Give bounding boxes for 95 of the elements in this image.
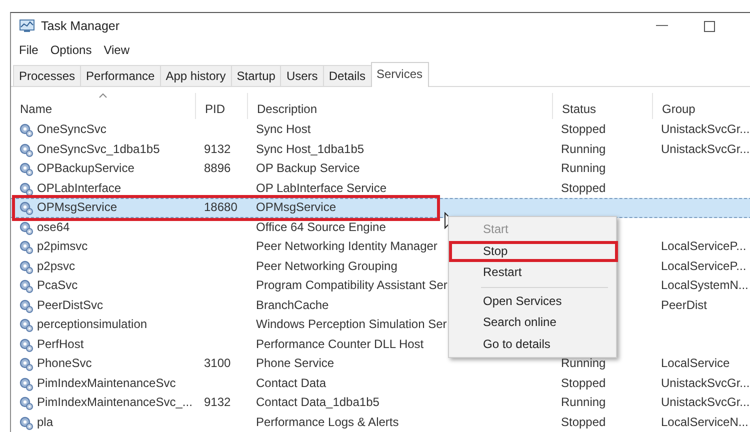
table-cell[interactable]: PerfHost (37, 334, 84, 354)
table-cell: OPMsgService (256, 200, 336, 214)
menu-item[interactable]: File (19, 42, 38, 57)
gears-icon (18, 122, 33, 138)
gears-icon (18, 239, 33, 254)
gears-icon (18, 161, 33, 176)
table-cell[interactable]: OneSyncSvc (37, 120, 106, 140)
table-cell: Stopped (561, 180, 606, 194)
column-header[interactable]: PID (195, 93, 247, 119)
tab[interactable]: Performance (80, 65, 161, 86)
gears-icon (18, 317, 33, 332)
table-cell: Stopped (561, 414, 606, 428)
table-cell: Peer Networking Identity Manager (256, 239, 438, 253)
table-cell: UnistackSvcGr... (661, 122, 750, 136)
table-cell: UnistackSvcGr... (661, 376, 750, 390)
table-cell: Stopped (561, 122, 606, 136)
maximize-icon[interactable] (704, 20, 715, 32)
table-cell: Running (561, 395, 606, 409)
table-cell[interactable]: PhoneSvc (37, 354, 92, 374)
table-cell[interactable]: p2pimsvc (37, 237, 88, 256)
table-cell[interactable]: pla (37, 412, 54, 432)
table-cell[interactable]: OneSyncSvc_1dba1b5 (37, 140, 160, 159)
gears-icon (18, 395, 33, 410)
table-cell: OP LabInterface Service (256, 180, 387, 194)
gears-icon (18, 336, 33, 352)
table-cell[interactable]: PimIndexMaintenanceSvc_... (37, 393, 192, 412)
table-cell: 18680 (204, 200, 238, 214)
table-cell: Contact Data (256, 376, 326, 390)
context-menu-item[interactable]: Search online (449, 312, 616, 334)
table-cell[interactable]: OPBackupService (37, 159, 134, 178)
table-cell: 9132 (204, 142, 231, 156)
table-cell: LocalSystemN... (661, 278, 748, 292)
gears-icon (18, 356, 33, 372)
sort-caret-icon (99, 93, 107, 98)
window-title: Task Manager (41, 19, 120, 34)
table-cell: PeerDist (661, 298, 708, 312)
column-header[interactable]: Name (11, 93, 195, 119)
gears-icon (18, 142, 33, 157)
table-cell: Running (561, 142, 606, 156)
menu-item[interactable]: Options (50, 42, 92, 57)
table-cell[interactable]: PeerDistSvc (37, 296, 104, 315)
tab[interactable]: App history (160, 65, 232, 86)
context-menu-item[interactable]: Go to details (449, 334, 616, 355)
table-cell: BranchCache (256, 298, 329, 312)
table-cell: Program Compatibility Assistant Ser (256, 278, 448, 292)
table-cell[interactable]: PcaSvc (37, 276, 78, 296)
tab[interactable]: Details (322, 65, 372, 86)
table-cell: UnistackSvcGr... (661, 395, 750, 409)
gears-icon (18, 180, 33, 196)
column-header[interactable]: Group (652, 93, 750, 119)
table-cell: Sync Host_1dba1b5 (256, 142, 364, 156)
table-cell: Running (561, 161, 606, 175)
table-cell[interactable]: perceptionsimulation (37, 315, 148, 334)
gears-icon (18, 258, 33, 274)
table-cell: Stopped (561, 376, 606, 390)
column-header[interactable]: Status (552, 93, 652, 119)
column-header[interactable]: Description (247, 93, 552, 119)
gears-icon (18, 376, 33, 391)
tab[interactable]: Services (370, 62, 429, 87)
table-cell: Windows Perception Simulation Ser (256, 317, 447, 331)
task-manager-icon (19, 18, 35, 34)
table-cell[interactable]: OPMsgService (37, 199, 118, 216)
gears-icon (18, 298, 33, 313)
table-cell: Peer Networking Grouping (256, 258, 398, 272)
context-menu-item[interactable]: Restart (449, 262, 616, 284)
table-cell: LocalService (661, 356, 730, 370)
table-cell: UnistackSvcGr... (661, 142, 750, 156)
gears-icon (18, 278, 33, 294)
table-cell: Performance Counter DLL Host (256, 336, 424, 350)
table-cell[interactable]: ose64 (37, 218, 70, 237)
table-cell[interactable]: p2psvc (37, 256, 76, 276)
context-menu-item[interactable]: Stop (449, 240, 618, 262)
tab[interactable]: Users (280, 65, 324, 86)
table-cell: Contact Data_1dba1b5 (256, 395, 380, 409)
table-cell: LocalServiceP... (661, 239, 746, 253)
table-cell: Running (561, 356, 606, 370)
table-cell: Sync Host (256, 122, 311, 136)
menu-item[interactable]: View (104, 42, 130, 57)
tab[interactable]: Processes (13, 65, 82, 86)
tab[interactable]: Startup (230, 65, 282, 86)
table-cell: Performance Logs & Alerts (256, 414, 399, 428)
gears-icon (18, 200, 33, 216)
table-cell[interactable]: PimIndexMaintenanceSvc (37, 374, 176, 393)
table-cell: LocalServiceP... (661, 258, 746, 272)
table-cell: 9132 (204, 395, 231, 409)
table-cell: 3100 (204, 356, 231, 370)
table-cell: 8896 (204, 161, 231, 175)
table-cell: LocalServiceN... (661, 414, 748, 428)
table-cell: Office 64 Source Engine (256, 220, 386, 234)
context-menu-item[interactable]: Open Services (449, 290, 616, 312)
gears-icon (18, 220, 33, 235)
table-cell: OP Backup Service (256, 161, 360, 175)
table-cell[interactable]: OPLabInterface (37, 178, 122, 198)
table-cell: Phone Service (256, 356, 334, 370)
minimize-icon[interactable] (656, 25, 668, 28)
